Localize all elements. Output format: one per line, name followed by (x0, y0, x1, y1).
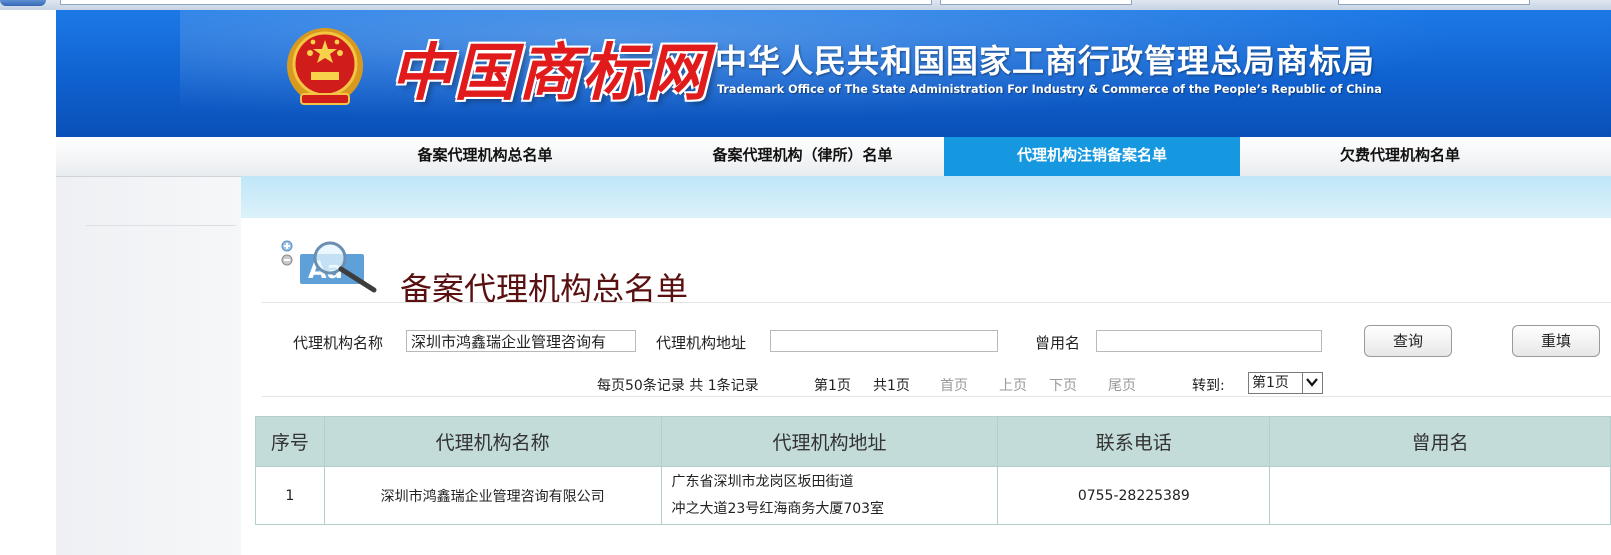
agency-name-label: 代理机构名称 (293, 334, 384, 352)
pager-prev-link[interactable]: 上页 (999, 375, 1027, 395)
agency-address-label: 代理机构地址 (656, 334, 747, 352)
banner-subtitle: Trademark Office of The State Administra… (717, 83, 1382, 96)
col-header-index: 序号 (255, 416, 325, 467)
pager-first-link[interactable]: 首页 (940, 375, 968, 395)
results-table: 序号 代理机构名称 代理机构地址 联系电话 曾用名 1 深圳市鸿鑫瑞企业管理咨询… (255, 416, 1611, 525)
pager-last-link[interactable]: 尾页 (1108, 375, 1136, 395)
table-header-row: 序号 代理机构名称 代理机构地址 联系电话 曾用名 (255, 416, 1611, 467)
national-emblem-icon (287, 28, 363, 105)
page-title: 备案代理机构总名单 (400, 270, 689, 308)
page-select[interactable]: 第1页 (1248, 372, 1323, 394)
pager-divider (262, 396, 1611, 397)
chevron-down-icon[interactable] (1302, 373, 1322, 393)
col-header-phone: 联系电话 (997, 416, 1271, 467)
page-margin (0, 10, 56, 555)
table-row[interactable]: 1 深圳市鸿鑫瑞企业管理咨询有限公司 广东省深圳市龙岗区坂田街道 冲之大道23号… (255, 466, 1611, 525)
agency-address-input[interactable] (770, 330, 998, 352)
browser-field[interactable] (940, 0, 1132, 5)
brand-logo[interactable]: 中国商标网 (390, 22, 710, 112)
heading-divider (262, 302, 1611, 303)
page-select-value: 第1页 (1252, 375, 1289, 391)
nav-item-cancelled-list[interactable]: 代理机构注销备案名单 (944, 137, 1240, 176)
former-name-input[interactable] (1096, 330, 1322, 352)
browser-button[interactable] (0, 0, 46, 6)
pager-total-pages: 共1页 (873, 378, 910, 394)
header-band (241, 176, 1611, 222)
cell-name: 深圳市鸿鑫瑞企业管理咨询有限公司 (323, 466, 662, 525)
pager-current-page: 第1页 (814, 378, 851, 394)
agency-name-input[interactable]: 深圳市鸿鑫瑞企业管理咨询有 (406, 330, 636, 352)
col-header-name: 代理机构名称 (323, 416, 662, 467)
pager-goto-label: 转到: (1192, 378, 1225, 394)
reset-button[interactable]: 重填 (1512, 325, 1600, 357)
left-panel-divider (86, 225, 236, 226)
nav-item-law-firm-list[interactable]: 备案代理机构（律所）名单 (670, 137, 935, 176)
banner-title: 中华人民共和国国家工商行政管理总局商标局 (715, 42, 1376, 80)
former-name-label: 曾用名 (1035, 334, 1081, 352)
cell-former-name (1269, 466, 1611, 525)
nav-item-arrears-list[interactable]: 欠费代理机构名单 (1300, 137, 1500, 176)
col-header-address: 代理机构地址 (660, 416, 999, 467)
address-line-1: 广东省深圳市龙岗区坂田街道 (671, 473, 854, 490)
cell-index: 1 (255, 466, 325, 525)
pager-next-link[interactable]: 下页 (1049, 375, 1077, 395)
nav-item-agency-list[interactable]: 备案代理机构总名单 (385, 137, 585, 176)
address-bar[interactable] (60, 0, 932, 5)
browser-search-field[interactable] (1338, 0, 1530, 5)
cell-address: 广东省深圳市龙岗区坂田街道 冲之大道23号红海商务大厦703室 (660, 466, 999, 525)
address-line-2: 冲之大道23号红海商务大厦703室 (671, 500, 885, 517)
query-button[interactable]: 查询 (1364, 325, 1452, 357)
pager-summary: 每页50条记录 共 1条记录 (597, 378, 759, 394)
col-header-former-name: 曾用名 (1269, 416, 1611, 467)
search-magnifier-icon: Aa (281, 240, 377, 293)
cell-phone: 0755-28225389 (997, 466, 1271, 525)
